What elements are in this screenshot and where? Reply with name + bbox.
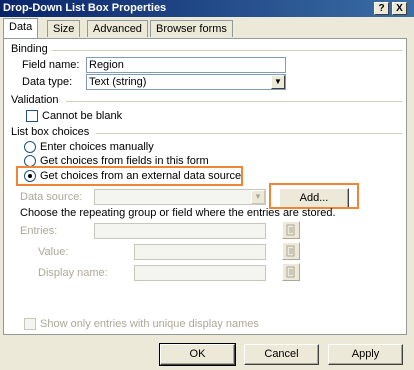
list-box-choices-divider <box>96 133 402 134</box>
tab-strip: Data Size Advanced Browser forms <box>3 18 403 38</box>
display-name-input[interactable] <box>134 265 266 281</box>
data-type-select[interactable]: Text (string) <box>86 74 286 90</box>
ok-button[interactable]: OK <box>159 343 236 366</box>
cancel-button[interactable]: Cancel <box>244 344 319 365</box>
tab-advanced[interactable]: Advanced <box>87 20 148 37</box>
binding-divider <box>52 50 402 51</box>
radio-external-source-label: Get choices from an external data source <box>40 170 242 182</box>
chevron-down-icon[interactable]: ▼ <box>251 190 265 204</box>
radio-from-form-fields[interactable] <box>24 155 36 167</box>
tree-icon <box>286 224 295 236</box>
entries-input[interactable] <box>94 223 266 239</box>
help-button[interactable]: ? <box>374 2 389 15</box>
tab-panel-data: Binding Field name: Region Data type: Te… <box>3 38 407 335</box>
cannot-be-blank-label: Cannot be blank <box>42 110 123 122</box>
data-source-input[interactable] <box>94 189 266 205</box>
display-name-label: Display name: <box>38 267 108 279</box>
entries-label: Entries: <box>20 225 58 237</box>
dialog-window: Drop-Down List Box Properties ? X Data S… <box>0 0 414 370</box>
unique-names-label: Show only entries with unique display na… <box>40 318 259 330</box>
value-picker-button[interactable] <box>282 242 300 260</box>
radio-external-source[interactable] <box>24 170 36 182</box>
instructions-text: Choose the repeating group or field wher… <box>20 207 336 219</box>
close-button[interactable]: X <box>392 2 407 15</box>
unique-names-checkbox[interactable] <box>24 318 36 330</box>
radio-enter-manually[interactable] <box>24 141 36 153</box>
tab-size[interactable]: Size <box>47 20 81 37</box>
entries-picker-button[interactable] <box>282 221 300 239</box>
data-source-label: Data source: <box>20 191 83 203</box>
add-button[interactable]: Add... <box>279 188 349 209</box>
radio-enter-manually-label: Enter choices manually <box>40 141 154 153</box>
tab-data[interactable]: Data <box>3 18 39 38</box>
display-name-picker-button[interactable] <box>282 263 300 281</box>
radio-from-form-fields-label: Get choices from fields in this form <box>40 155 209 167</box>
tab-browser-forms[interactable]: Browser forms <box>150 20 233 37</box>
field-name-label: Field name: <box>22 59 80 71</box>
validation-section-title: Validation <box>11 94 59 106</box>
data-type-label: Data type: <box>22 76 73 88</box>
binding-section-title: Binding <box>11 43 48 55</box>
tree-icon <box>286 266 295 278</box>
cannot-be-blank-checkbox[interactable] <box>26 110 38 122</box>
title-bar: Drop-Down List Box Properties ? X <box>0 0 414 17</box>
data-type-value: Text (string) <box>89 76 147 88</box>
value-input[interactable] <box>134 244 266 260</box>
list-box-choices-section-title: List box choices <box>11 126 90 138</box>
tree-icon <box>286 245 295 257</box>
validation-divider <box>66 101 402 102</box>
value-label: Value: <box>38 246 69 258</box>
field-name-input[interactable]: Region <box>86 57 286 73</box>
apply-button[interactable]: Apply <box>328 344 403 365</box>
window-title: Drop-Down List Box Properties <box>3 2 167 14</box>
chevron-down-icon[interactable]: ▼ <box>271 75 285 89</box>
